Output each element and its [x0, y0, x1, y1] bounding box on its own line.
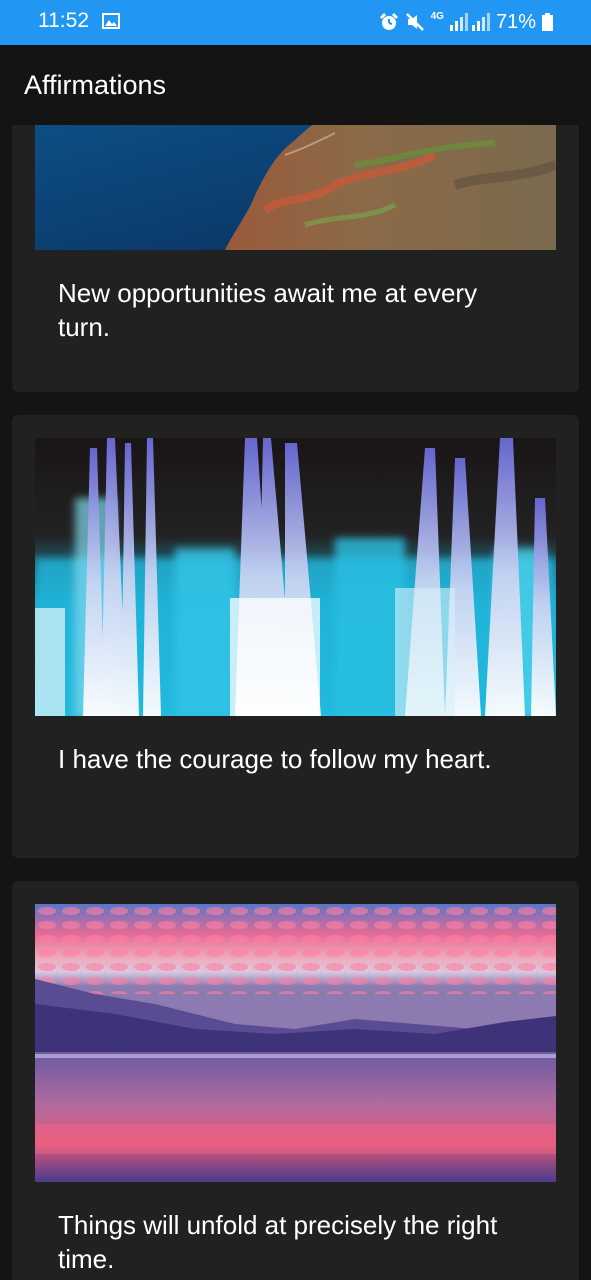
battery-percentage: 71%: [495, 10, 536, 33]
status-bar: 11:52 4G 71%: [0, 0, 591, 45]
blue-light-fibers-image: [35, 438, 556, 716]
affirmations-list[interactable]: New opportunities await me at every turn…: [0, 125, 591, 1280]
affirmation-text: Things will unfold at precisely the righ…: [58, 1210, 498, 1274]
gallery-icon: [102, 13, 120, 29]
status-time: 11:52: [38, 9, 89, 32]
signal-icon: [449, 13, 490, 31]
battery-icon: [542, 13, 553, 31]
alarm-icon: [379, 12, 399, 32]
affirmation-card[interactable]: New opportunities await me at every turn…: [12, 125, 579, 392]
affirmation-card[interactable]: Things will unfold at precisely the righ…: [12, 881, 579, 1280]
pink-sunset-lake-image: [35, 904, 556, 1182]
mute-icon: [405, 12, 425, 32]
coastal-cliffs-image: [35, 125, 556, 250]
network-type-label: 4G: [430, 11, 444, 22]
affirmation-text: I have the courage to follow my heart.: [58, 744, 492, 774]
affirmation-text: New opportunities await me at every turn…: [58, 278, 478, 342]
page-title: Affirmations: [24, 70, 167, 100]
status-icons: 4G 71%: [379, 8, 553, 36]
app-bar: Affirmations: [0, 45, 591, 125]
affirmation-card[interactable]: I have the courage to follow my heart.: [12, 415, 579, 858]
